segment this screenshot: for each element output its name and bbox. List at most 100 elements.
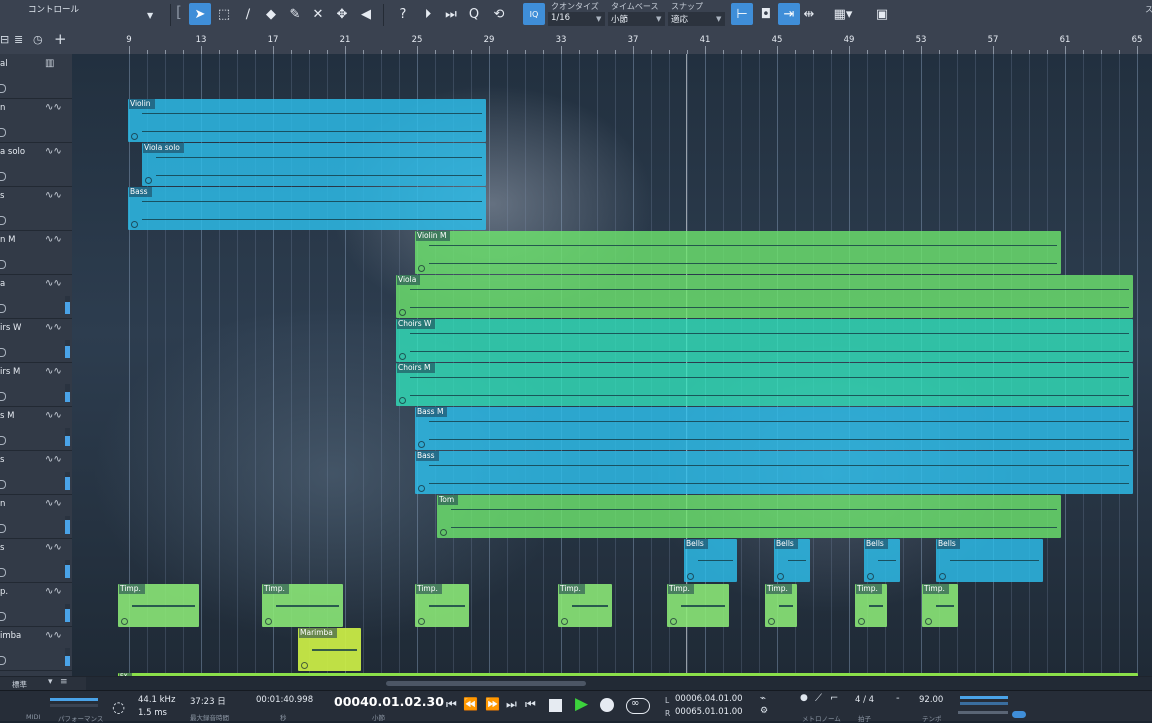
track-name[interactable]: s [0,543,4,553]
collapse-icon[interactable]: ▾ [48,677,53,687]
snap-grid-button[interactable]: ⊢ [731,3,753,25]
add-track-icon[interactable]: + [54,30,67,48]
autoscroll-button[interactable]: ⏵ [417,3,439,25]
monitor-icon[interactable] [0,128,6,137]
master-volume-slider[interactable] [958,711,1008,714]
track-name[interactable]: s [0,191,4,201]
clip-violin-m[interactable]: Violin M [415,231,1061,274]
gear-icon[interactable]: ⚙ [760,706,768,716]
track-name[interactable]: n [0,499,5,509]
track-name[interactable]: irs M [0,367,20,377]
track-row[interactable]: n M ∿∿ [0,230,72,275]
loop-right-position[interactable]: 00065.01.01.00 [675,707,743,717]
automation-icon[interactable]: ≣ [14,33,23,46]
monitor-icon[interactable] [0,84,6,93]
loop-left-position[interactable]: 00006.04.01.00 [675,694,743,704]
clip-choirs-m[interactable]: Choirs M [396,363,1133,406]
track-row[interactable]: n ∿∿ [0,98,72,143]
scrollbar-thumb[interactable] [386,681,586,686]
sync-icon[interactable]: ◌ [112,698,125,716]
clip-bells[interactable]: Bells [936,539,1043,582]
scroll-follow-button[interactable]: ⏭ [440,3,462,25]
track-options-icon[interactable]: ⊟ [0,33,9,46]
clip-timp[interactable]: Timp. [262,584,343,627]
stop-button[interactable] [549,699,562,712]
click-settings-icon[interactable]: ⌐ [830,693,838,704]
monitor-icon[interactable] [0,436,6,445]
track-name[interactable]: a solo [0,147,25,157]
loop-start-icon[interactable]: ⏮ [525,697,536,712]
track-name[interactable]: imba [0,631,21,641]
track-row[interactable]: irs M ∿∿ [0,362,72,407]
loop-follow-button[interactable]: ⟲ [488,3,510,25]
snap-events-button[interactable]: ◘ [755,3,777,25]
clip-bass[interactable]: Bass [415,451,1133,494]
track-row[interactable]: s ∿∿ [0,186,72,231]
split-tool-button[interactable]: ∕ [237,3,259,25]
track-name[interactable]: s [0,455,4,465]
clip-timp[interactable]: Timp. [855,584,887,627]
track-name[interactable]: n [0,103,5,113]
track-name[interactable]: s M [0,411,14,421]
range-tool-button[interactable]: ⬚ [213,3,235,25]
film-button[interactable]: ▣ [871,3,893,25]
track-row[interactable]: s ∿∿ [0,450,72,495]
track-name[interactable]: p. [0,587,8,597]
track-row[interactable]: n ∿∿ [0,494,72,539]
track-name[interactable]: a [0,279,5,289]
track-name[interactable]: n M [0,235,15,245]
clip-choirs-w[interactable]: Choirs W [396,319,1133,362]
arrange-view[interactable]: Violin Viola solo Bass Violin M Viola Choirs … [72,54,1152,676]
track-row[interactable]: al ▥ [0,54,72,99]
clip-timp[interactable]: Timp. [922,584,958,627]
track-row[interactable]: a solo ∿∿ [0,142,72,187]
monitor-icon[interactable] [0,260,6,269]
clip-marimba[interactable]: Marimba [298,628,361,671]
tempo-value[interactable]: 92.00 [919,695,943,705]
clip-timp[interactable]: Timp. [118,584,199,627]
monitor-icon[interactable] [0,392,6,401]
track-row[interactable]: s ∿∿ [0,538,72,583]
horizontal-scrollbar[interactable] [86,676,1152,691]
zoom-button[interactable]: Q [463,3,485,25]
clock-icon[interactable]: ◷ [33,33,43,46]
grid-options-button[interactable]: ▦▾ [828,3,858,25]
track-row[interactable]: irs W ∿∿ [0,318,72,363]
monitor-icon[interactable] [0,216,6,225]
metronome-dot-icon[interactable]: ● [800,693,808,703]
clip-viola[interactable]: Viola [396,275,1133,318]
mute-tool-button[interactable]: ✕ [307,3,329,25]
monitor-icon[interactable] [0,348,6,357]
clip-tom[interactable]: Tom [437,495,1061,538]
monitor-icon[interactable] [0,480,6,489]
snap-select[interactable]: 適応 ▼ [668,12,725,26]
clip-timp[interactable]: Timp. [667,584,729,627]
fast-forward-icon[interactable]: ⏩ [485,697,500,711]
eraser-tool-button[interactable]: ◆ [260,3,282,25]
monitor-icon[interactable] [0,172,6,181]
control-dropdown[interactable]: コントロール ▼ [0,0,163,26]
arrow-tool-button[interactable]: ➤ [189,3,211,25]
snap-cursor-button[interactable]: ⇥ [778,3,800,25]
menu-icon[interactable]: ≡ [60,677,68,687]
track-name[interactable]: al [0,59,8,69]
listen-tool-button[interactable]: ◀ [355,3,377,25]
clip-bells[interactable]: Bells [774,539,810,582]
clip-bass[interactable]: Bass [128,187,486,230]
timebase-select[interactable]: 小節 ▼ [608,12,665,26]
monitor-icon[interactable] [0,524,6,533]
time-signature[interactable]: 4 / 4 [855,695,874,705]
return-to-zero-icon[interactable]: ⏮ [446,697,457,712]
go-to-end-icon[interactable]: ⏭ [506,697,517,712]
track-row[interactable]: a ∿∿ [0,274,72,319]
loop-button[interactable]: ∞ [626,698,650,714]
track-row[interactable]: imba ∿∿ [0,626,72,671]
timeline-ruler[interactable]: 9 13 17 21 25 29 33 37 41 45 49 53 57 61 65 [86,30,1152,55]
clip-timp[interactable]: Timp. [765,584,797,627]
precount-icon[interactable]: ⌁ [760,693,766,704]
iq-button[interactable]: IQ [523,3,545,25]
monitor-icon[interactable] [0,568,6,577]
monitor-icon[interactable] [0,304,6,313]
play-icon[interactable]: ▶ [575,694,588,714]
position-display[interactable]: 00040.01.02.30 [334,694,444,709]
